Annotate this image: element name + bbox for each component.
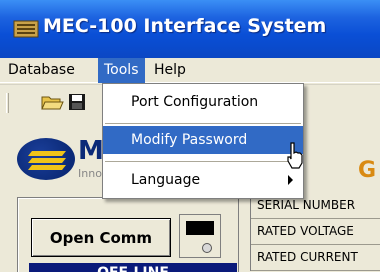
app-logo-icon <box>13 20 39 38</box>
menu-database[interactable]: Database <box>2 58 81 83</box>
window-title: MEC-100 Interface System <box>43 15 327 37</box>
hand-cursor-icon <box>287 142 303 169</box>
device-info-table: SERIAL NUMBER RATED VOLTAGE RATED CURREN… <box>250 193 380 271</box>
page-heading: G <box>358 158 377 183</box>
info-row-voltage: RATED VOLTAGE <box>251 219 380 245</box>
logo-stripes-icon <box>28 151 66 170</box>
logo-subtext: Inno <box>78 167 102 180</box>
menu-item-modify-password[interactable]: Modify Password <box>103 126 303 154</box>
indicator-screen <box>186 221 214 235</box>
menu-separator <box>105 123 301 124</box>
menu-item-language[interactable]: Language <box>103 166 303 194</box>
open-comm-button[interactable]: Open Comm <box>31 218 171 257</box>
toolbar-grip[interactable] <box>6 93 9 113</box>
open-folder-icon[interactable] <box>40 91 64 113</box>
info-row-current: RATED CURRENT <box>251 245 380 271</box>
menu-tools[interactable]: Tools <box>98 58 145 83</box>
connection-status: OFF-LINE <box>29 263 237 272</box>
menu-item-language-label: Language <box>131 172 201 188</box>
submenu-arrow-icon <box>288 175 293 185</box>
menu-help[interactable]: Help <box>148 58 192 83</box>
menu-bar: Database Tools Help <box>0 58 380 83</box>
menu-separator <box>105 161 301 162</box>
indicator-knob-icon <box>202 243 212 253</box>
menu-item-port-configuration[interactable]: Port Configuration <box>103 88 303 116</box>
connection-indicator <box>179 214 221 258</box>
tools-menu: Port Configuration Modify Password Langu… <box>102 83 304 199</box>
save-icon[interactable] <box>66 91 90 113</box>
title-bar: MEC-100 Interface System <box>0 0 380 58</box>
